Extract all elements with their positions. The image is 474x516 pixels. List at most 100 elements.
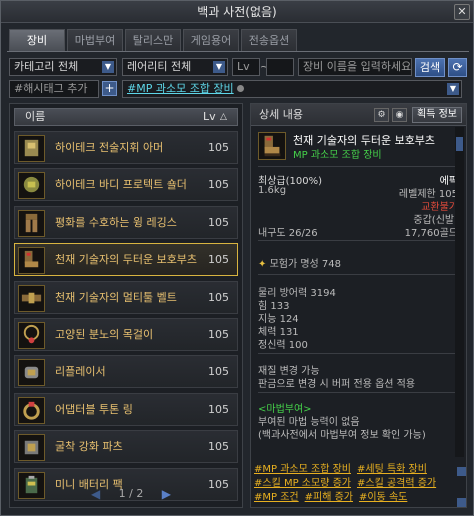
list-item[interactable]: 어댑터블 투톤 링 105 — [14, 392, 238, 426]
shoulder-icon — [18, 172, 45, 200]
item-level: 105 — [208, 141, 229, 154]
list-item[interactable]: 고양된 분노의 목걸이 105 — [14, 318, 238, 351]
page-indicator: 1 / 2 — [118, 487, 144, 500]
hashtag-add-input[interactable]: #해시태그 추가 — [9, 80, 99, 98]
tab-transfer-option[interactable]: 전송옵션 — [241, 29, 297, 51]
item-level: 105 — [208, 290, 229, 304]
item-name: 고양된 분노의 목걸이 — [55, 328, 154, 341]
detail-panel: 상세 내용 ⚙ ◉ 획득 정보 천재 기술자의 두터운 보호부츠 MP 과소모 … — [250, 103, 467, 508]
item-level: 105 — [208, 215, 229, 229]
parts-icon — [18, 434, 45, 462]
tab-divider — [7, 51, 469, 52]
price: 17,760골드 — [404, 228, 458, 239]
chevron-down-icon: ▼ — [213, 61, 225, 73]
category-select[interactable]: 카테고리 전체 ▼ — [9, 58, 117, 76]
refresh-icon: ⟳ — [452, 60, 463, 74]
list-header: 이름 Lv △ — [14, 108, 238, 126]
list-item[interactable]: 하이테크 바디 프로텍트 숄더 105 — [14, 168, 238, 202]
window-title-bar[interactable]: 백과 사전(없음) ✕ — [1, 1, 473, 23]
item-level: 105 — [208, 178, 229, 192]
item-name: 하이테크 전술지휘 아머 — [55, 141, 164, 154]
armor-icon — [18, 135, 45, 162]
tags-scroll-up[interactable] — [457, 467, 466, 476]
tab-equipment[interactable]: 장비 — [9, 29, 65, 51]
item-search-input[interactable]: 장비 이름을 입력하세요. — [298, 58, 412, 76]
detail-header: 상세 내용 ⚙ ◉ 획득 정보 — [251, 104, 466, 126]
hashtag-link[interactable]: #스킬 공격력 증가 — [357, 478, 436, 489]
item-level: 105 — [208, 253, 229, 267]
list-item[interactable]: 천재 기술자의 멀티툴 벨트 105 — [14, 280, 238, 314]
hashtag-link[interactable]: #세팅 특화 장비 — [357, 464, 427, 475]
sort-icon[interactable]: △ — [220, 109, 227, 125]
battery-icon — [18, 471, 45, 499]
level-min-input[interactable]: Lv — [232, 58, 260, 76]
category-select-value: 카테고리 전체 — [14, 60, 79, 73]
hashtag-chip[interactable]: #MP 과소모 조합 장비 — [127, 82, 234, 95]
item-level: 105 — [208, 440, 229, 454]
fame: 모험가 명성 748 — [269, 259, 342, 270]
fame-icon: ✦ — [258, 259, 267, 270]
next-page-button[interactable]: ▶ — [162, 487, 171, 501]
stat-line: 정신력 100 — [258, 340, 308, 351]
durability: 내구도 26/26 — [258, 228, 318, 239]
detail-title: 상세 내용 — [259, 108, 303, 121]
tab-talisman[interactable]: 탈리스만 — [125, 29, 181, 51]
eye-icon[interactable]: ◉ — [392, 108, 407, 122]
hashtag-link[interactable]: #이동 속도 — [359, 492, 407, 503]
col-name-header[interactable]: 이름 — [25, 109, 45, 125]
hashtag-link[interactable]: #MP 조건 — [254, 492, 299, 503]
ring-icon — [18, 396, 45, 424]
list-item[interactable]: 하이테크 전술지휘 아머 105 — [14, 131, 238, 164]
list-item[interactable]: 리플레이서 105 — [14, 355, 238, 389]
divider — [258, 392, 458, 393]
window-title: 백과 사전(없음) — [197, 5, 277, 19]
list-item[interactable]: 평화를 수호하는 윙 레깅스 105 — [14, 205, 238, 239]
gear-icon[interactable]: ⚙ — [374, 108, 389, 122]
divider — [258, 166, 458, 167]
divider — [258, 353, 458, 354]
detail-hashtags: #MP 과소모 조합 장비 #세팅 특화 장비 #스킬 MP 소모량 증가 #스킬 … — [254, 463, 464, 507]
boots-icon — [18, 247, 45, 275]
add-hashtag-button[interactable]: + — [102, 81, 117, 96]
remove-chip-icon[interactable] — [236, 85, 244, 92]
hashtag-link[interactable]: #MP 과소모 조합 장비 — [254, 464, 351, 475]
encyclopedia-window: 백과 사전(없음) ✕ 장비 마법부여 탈리스만 게임용어 전송옵션 카테고리 … — [0, 0, 474, 516]
hashtag-link[interactable]: #스킬 MP 소모량 증가 — [254, 478, 351, 489]
tab-glossary[interactable]: 게임용어 — [183, 29, 239, 51]
divider — [258, 274, 458, 275]
prev-page-button[interactable]: ◀ — [91, 487, 100, 501]
item-level: 105 — [208, 365, 229, 379]
leggings-icon — [18, 209, 45, 237]
hashtag-link[interactable]: #피해 증가 — [305, 492, 353, 503]
rarity-select[interactable]: 레어리티 전체 ▼ — [122, 58, 228, 76]
pagination: ◀ 1 / 2 ▶ — [91, 487, 171, 501]
acquire-info-button[interactable]: 획득 정보 — [412, 107, 462, 123]
list-item[interactable]: 천재 기술자의 두터운 보호부츠 105 — [14, 243, 238, 277]
list-item[interactable]: 굴착 강화 파츠 105 — [14, 430, 238, 464]
detail-item-tag: MP 과소모 조합 장비 — [293, 150, 382, 161]
search-button[interactable]: 검색 — [415, 58, 445, 77]
tags-scroll-down[interactable] — [457, 498, 466, 507]
item-list-panel: 이름 Lv △ 하이테크 전술지휘 아머 105 하이테크 바디 프로텍트 숄더 10… — [9, 103, 243, 508]
scroll-thumb[interactable] — [456, 137, 463, 151]
detail-scrollbar[interactable] — [455, 127, 464, 457]
weight: 1.6kg — [258, 185, 287, 196]
col-lv-header[interactable]: Lv — [203, 109, 216, 125]
chevron-down-icon: ▼ — [102, 61, 114, 73]
necklace-icon — [18, 322, 45, 349]
item-name: 굴착 강화 파츠 — [55, 440, 123, 454]
tab-enchant[interactable]: 마법부여 — [67, 29, 123, 51]
hashtag-select[interactable]: #MP 과소모 조합 장비 ▼ — [122, 80, 462, 98]
item-name: 천재 기술자의 두터운 보호부츠 — [55, 253, 198, 267]
boots-icon — [258, 132, 286, 160]
belt-icon — [18, 284, 45, 312]
bracelet-icon — [18, 359, 45, 387]
refresh-button[interactable]: ⟳ — [448, 58, 467, 77]
divider — [258, 240, 458, 241]
item-name: 하이테크 바디 프로텍트 숄더 — [55, 178, 187, 192]
level-max-input[interactable] — [266, 58, 294, 76]
item-name: 평화를 수호하는 윙 레깅스 — [55, 215, 177, 229]
item-level: 105 — [208, 477, 229, 491]
item-level: 105 — [208, 328, 229, 341]
close-button[interactable]: ✕ — [454, 4, 470, 20]
